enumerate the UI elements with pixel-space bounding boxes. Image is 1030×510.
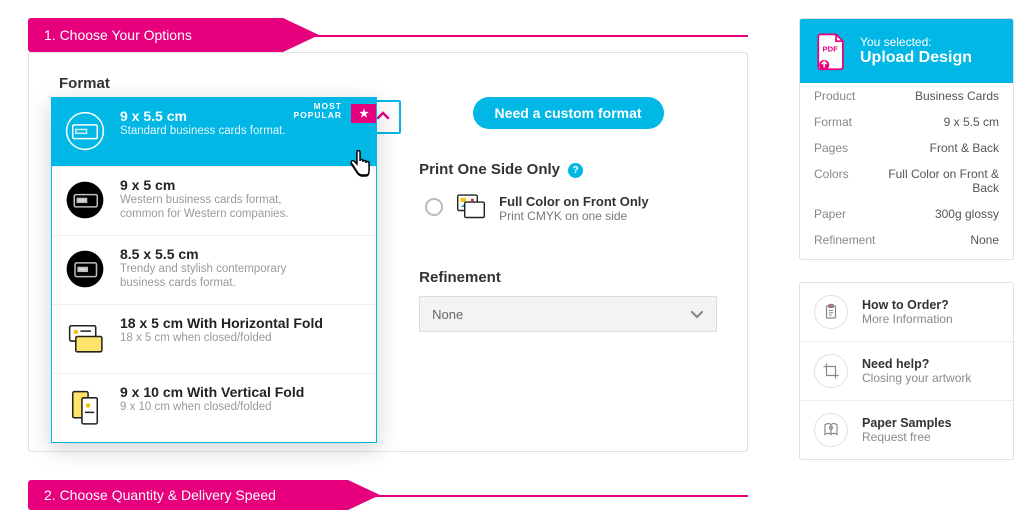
right-column: Need a custom format Print One Side Only…	[401, 75, 717, 332]
format-dropdown: 9 x 5.5 cm Standard business cards forma…	[51, 97, 377, 443]
format-option-title: 8.5 x 5.5 cm	[120, 246, 300, 262]
kv-val: None	[970, 233, 999, 247]
format-option-title: 9 x 10 cm With Vertical Fold	[120, 384, 304, 400]
kv-val: Business Cards	[915, 89, 999, 103]
format-option-9x5.5[interactable]: 9 x 5.5 cm Standard business cards forma…	[52, 98, 376, 166]
step-1-header: 1. Choose Your Options	[28, 18, 283, 52]
card-thumb-icon	[62, 246, 108, 292]
kv-key: Product	[814, 89, 855, 103]
chevron-up-icon	[376, 109, 390, 123]
help-icon[interactable]: ?	[568, 163, 583, 178]
chevron-down-icon	[690, 307, 704, 321]
kv-key: Pages	[814, 141, 848, 155]
side-title: Paper Samples	[862, 416, 952, 430]
summary-head-big: Upload Design	[860, 49, 972, 67]
kv-val: 300g glossy	[935, 207, 999, 221]
side-sub: More Information	[862, 312, 953, 326]
crop-icon	[814, 354, 848, 388]
kv-val: Front & Back	[930, 141, 999, 155]
format-option-title: 9 x 5.5 cm	[120, 108, 286, 124]
format-option-title: 18 x 5 cm With Horizontal Fold	[120, 315, 323, 331]
print-side-option-title: Full Color on Front Only	[499, 194, 648, 209]
how-to-order-link[interactable]: How to Order?More Information	[800, 283, 1013, 341]
print-side-option[interactable]: Full Color on Front Only Print CMYK on o…	[419, 188, 717, 237]
format-option-9x10-vfold[interactable]: 9 x 10 cm With Vertical Fold 9 x 10 cm w…	[52, 373, 376, 442]
side-title: Need help?	[862, 357, 971, 371]
side-title: How to Order?	[862, 298, 953, 312]
sidebar: PDF You selected: Upload Design Product B…	[799, 18, 1014, 482]
kv-val: 9 x 5.5 cm	[944, 115, 999, 129]
summary-head-small: You selected:	[860, 35, 972, 49]
summary-card: PDF You selected: Upload Design Product B…	[799, 18, 1014, 260]
paper-samples-link[interactable]: Paper SamplesRequest free	[800, 400, 1013, 459]
format-option-18x5-hfold[interactable]: 18 x 5 cm With Horizontal Fold 18 x 5 cm…	[52, 304, 376, 373]
step-1-title: 1. Choose Your Options	[44, 27, 192, 43]
kv-val: Full Color on Front & Back	[879, 167, 999, 195]
fold-horizontal-icon	[62, 315, 108, 361]
kv-key: Format	[814, 115, 852, 129]
format-option-sub: 18 x 5 cm when closed/folded	[120, 331, 300, 345]
format-option-9x5[interactable]: 9 x 5 cm Western business cards format, …	[52, 166, 376, 235]
kv-key: Refinement	[814, 233, 875, 247]
radio-unchecked-icon	[425, 198, 443, 216]
most-popular-label: MOSTPOPULAR	[293, 102, 342, 121]
format-label: Format	[59, 75, 401, 92]
step-2-title: 2. Choose Quantity & Delivery Speed	[44, 487, 276, 503]
step-2-section: 2. Choose Quantity & Delivery Speed	[28, 480, 748, 510]
format-option-sub: Trendy and stylish contemporary business…	[120, 262, 300, 291]
format-option-sub: 9 x 10 cm when closed/folded	[120, 400, 300, 414]
refinement-value: None	[432, 307, 463, 322]
side-sub: Closing your artwork	[862, 371, 971, 385]
fold-vertical-icon	[62, 384, 108, 430]
book-icon	[814, 413, 848, 447]
custom-format-button[interactable]: Need a custom format	[473, 97, 664, 129]
pdf-upload-icon: PDF	[814, 31, 848, 71]
clipboard-icon	[814, 295, 848, 329]
step-2-header: 2. Choose Quantity & Delivery Speed	[28, 480, 348, 510]
need-help-link[interactable]: Need help?Closing your artwork	[800, 341, 1013, 400]
format-option-title: 9 x 5 cm	[120, 177, 300, 193]
side-sub: Request free	[862, 430, 952, 444]
sidebar-links: How to Order?More Information Need help?…	[799, 282, 1014, 460]
card-thumb-icon	[62, 177, 108, 223]
refinement-label: Refinement	[419, 269, 717, 286]
kv-key: Paper	[814, 207, 846, 221]
summary-header: PDF You selected: Upload Design	[800, 19, 1013, 83]
svg-text:PDF: PDF	[822, 44, 838, 53]
format-option-sub: Standard business cards format.	[120, 124, 286, 138]
print-side-option-sub: Print CMYK on one side	[499, 209, 648, 223]
refinement-select[interactable]: None	[419, 296, 717, 332]
star-badge-icon: ★	[351, 104, 376, 123]
kv-key: Colors	[814, 167, 849, 195]
print-side-label: Print One Side Only ?	[419, 161, 717, 178]
card-thumb-icon	[62, 108, 108, 154]
front-only-icon	[457, 194, 485, 220]
format-option-sub: Western business cards format, common fo…	[120, 193, 300, 222]
format-option-8.5x5.5[interactable]: 8.5 x 5.5 cm Trendy and stylish contempo…	[52, 235, 376, 304]
